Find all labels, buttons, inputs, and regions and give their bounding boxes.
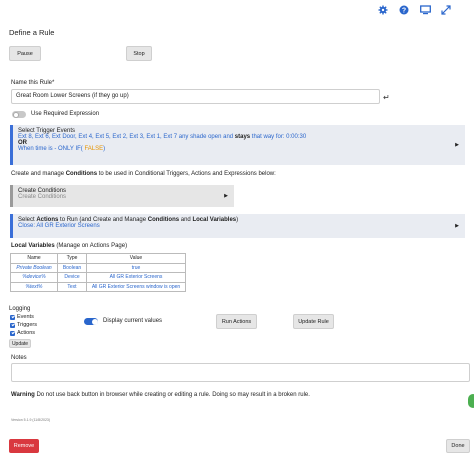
select-actions-summary: Close: All GR Exterior Screens <box>18 223 100 229</box>
notes-textarea[interactable] <box>11 363 470 382</box>
top-toolbar: ? <box>0 0 474 18</box>
variable-name[interactable]: %text% <box>10 281 58 292</box>
logging-label: Logging <box>9 306 31 312</box>
warning-text: Warning Do not use back button in browse… <box>11 392 310 398</box>
status-indicator <box>468 394 474 408</box>
stop-button[interactable]: Stop <box>126 46 152 61</box>
select-actions-panel[interactable]: Select Actions to Run (and Create and Ma… <box>10 214 465 238</box>
run-actions-button[interactable]: Run Actions <box>216 314 257 329</box>
column-header: Name <box>10 253 58 264</box>
table-row: Private Boolean Boolean true <box>10 262 186 273</box>
remove-button[interactable]: Remove <box>9 439 39 453</box>
variable-type: Device <box>57 272 87 283</box>
variable-value: All GR Exterior Screens window is open <box>86 281 186 292</box>
display-current-values-label: Display current values <box>103 318 163 324</box>
trigger-when-time: When time is - ONLY IF( FALSE) <box>18 146 106 152</box>
rule-name-input[interactable]: Great Room Lower Screens (if they go up) <box>11 89 380 104</box>
column-header: Value <box>86 253 186 264</box>
variable-type: Boolean <box>57 262 87 273</box>
variable-name[interactable]: %device% <box>10 272 58 283</box>
chevron-right-icon: ▶ <box>224 193 228 199</box>
variable-value: All GR Exterior Screens <box>86 272 186 283</box>
logging-events-checkbox[interactable]: Events <box>10 314 34 320</box>
gear-icon[interactable] <box>377 4 389 16</box>
required-expression-toggle[interactable] <box>12 111 26 118</box>
chevron-right-icon: ▶ <box>455 142 459 148</box>
svg-text:?: ? <box>402 7 406 14</box>
table-row: %device% Device All GR Exterior Screens <box>10 272 186 283</box>
enter-icon: ↵ <box>383 93 390 102</box>
table-header-row: Name Type Value <box>10 253 186 264</box>
local-variables-heading: Local Variables (Manage on Actions Page) <box>11 243 128 249</box>
page-title: Define a Rule <box>9 28 55 37</box>
create-conditions-panel[interactable]: Create Conditions Create Conditions ▶ <box>10 185 234 207</box>
variable-type: Text <box>57 281 87 292</box>
logging-actions-checkbox[interactable]: Actions <box>10 330 35 336</box>
notes-label: Notes <box>11 355 27 361</box>
column-header: Type <box>57 253 87 264</box>
trigger-events-panel[interactable]: Select Trigger Events Ext 8, Ext 6, Ext … <box>10 125 465 165</box>
conditions-intro: Create and manage Conditions to be used … <box>11 171 276 177</box>
monitor-icon[interactable] <box>419 4 431 16</box>
variable-value: true <box>86 262 186 273</box>
logging-triggers-checkbox[interactable]: Triggers <box>10 322 37 328</box>
rule-name-label: Name this Rule* <box>11 80 55 86</box>
rule-name-value: Great Room Lower Screens (if they go up) <box>16 93 129 99</box>
local-variables-table: Name Type Value Private Boolean Boolean … <box>10 253 186 292</box>
variable-name[interactable]: Private Boolean <box>10 262 58 273</box>
required-expression-label: Use Required Expression <box>31 111 100 117</box>
update-rule-button[interactable]: Update Rule <box>293 314 334 329</box>
pause-button[interactable]: Pause <box>9 46 41 61</box>
version-text: Version 5.1.9 (11/8/2023) <box>11 418 51 422</box>
display-current-values-toggle[interactable] <box>84 318 98 325</box>
table-row: %text% Text All GR Exterior Screens wind… <box>10 281 186 292</box>
done-button[interactable]: Done <box>446 439 470 453</box>
create-conditions-subtitle: Create Conditions <box>18 194 67 200</box>
help-icon[interactable]: ? <box>398 4 410 16</box>
chevron-right-icon: ▶ <box>455 223 459 229</box>
expand-icon[interactable] <box>440 4 452 16</box>
update-logging-button[interactable]: Update <box>9 339 31 348</box>
